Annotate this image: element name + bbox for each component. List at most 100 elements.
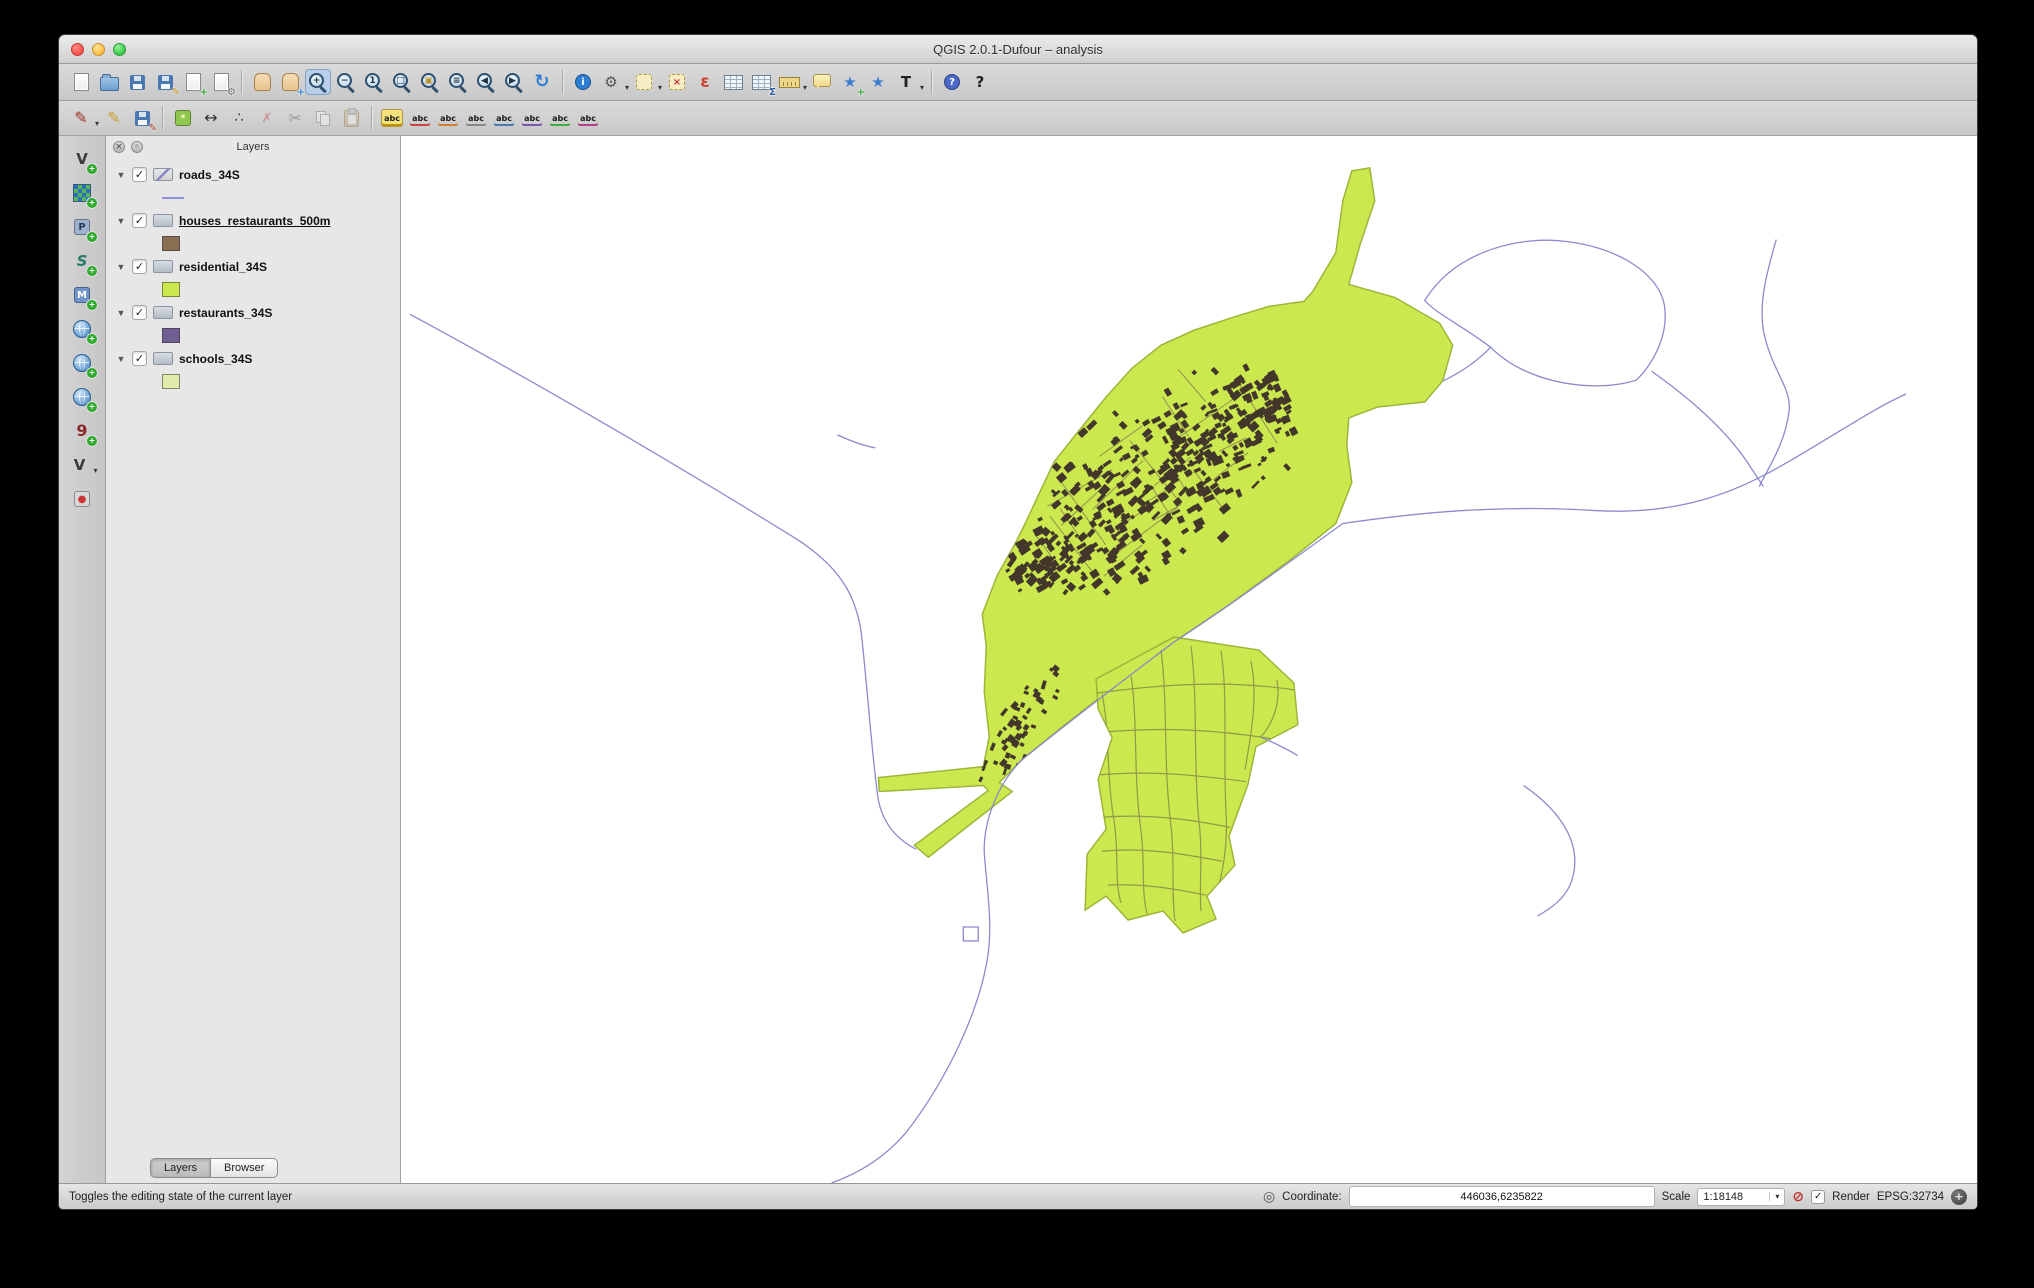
cut-features-icon[interactable]: ✂ — [282, 105, 308, 131]
add-feature-icon[interactable]: * — [170, 105, 196, 131]
add-mssql-layer-icon[interactable]: M+ — [69, 282, 95, 308]
close-panel-button[interactable]: × — [113, 141, 125, 153]
refresh-map-icon[interactable]: ↻ — [529, 69, 555, 95]
open-attribute-table-icon[interactable] — [720, 69, 746, 95]
rotate-label-icon[interactable]: abc — [519, 105, 545, 131]
coordinate-input[interactable] — [1349, 1186, 1655, 1207]
measure-icon[interactable]: ▾ — [776, 69, 802, 95]
layer-checkbox[interactable]: ✓ — [132, 305, 147, 320]
deselect-features-icon[interactable]: × — [664, 69, 690, 95]
node-tool-icon[interactable]: ∴ — [226, 105, 252, 131]
add-vector-layer-icon[interactable]: V+ — [69, 146, 95, 172]
pin-unpin-labels-icon[interactable]: abc — [407, 105, 433, 131]
select-by-expression-icon[interactable]: ε — [692, 69, 718, 95]
highlight-pinned-labels-icon[interactable]: abc — [435, 105, 461, 131]
paste-features-icon[interactable] — [338, 105, 364, 131]
help-icon[interactable]: ? — [939, 69, 965, 95]
panel-tab-browser[interactable]: Browser — [211, 1158, 278, 1178]
show-hide-labels-icon[interactable]: abc — [463, 105, 489, 131]
layer-checkbox[interactable]: ✓ — [132, 167, 147, 182]
title-bar[interactable]: QGIS 2.0.1-Dufour – analysis — [59, 35, 1977, 64]
new-project-icon[interactable] — [68, 69, 94, 95]
new-shapefile-layer-icon[interactable]: V▾ — [67, 452, 93, 478]
add-postgis-layer-icon[interactable]: P+ — [69, 214, 95, 240]
layer-checkbox[interactable]: ✓ — [132, 259, 147, 274]
add-wms-layer-icon[interactable]: + — [69, 316, 95, 342]
crs-status-button[interactable]: + — [1951, 1189, 1967, 1205]
composer-manager-icon[interactable]: ⚙ — [208, 69, 234, 95]
run-feature-action-icon[interactable]: ⚙▾ — [598, 69, 624, 95]
minimize-button[interactable] — [92, 43, 105, 56]
text-annotation-icon-dropdown-arrow[interactable]: ▾ — [920, 83, 924, 92]
new-print-composer-icon[interactable]: + — [180, 69, 206, 95]
zoom-next-icon[interactable]: ▶ — [501, 69, 527, 95]
add-wcs-layer-icon[interactable]: + — [69, 350, 95, 376]
stop-rendering-icon[interactable]: ⊘ — [1792, 1190, 1804, 1204]
move-label-icon[interactable]: abc — [491, 105, 517, 131]
layer-expand-arrow[interactable]: ▼ — [116, 170, 126, 180]
panel-tab-layers[interactable]: Layers — [150, 1158, 211, 1178]
new-bookmark-icon[interactable]: ★+ — [837, 69, 863, 95]
toggle-editing-icon[interactable]: ✎ — [101, 105, 127, 131]
pan-to-selection-icon[interactable]: + — [277, 69, 303, 95]
zoom-full-icon[interactable]: □ — [389, 69, 415, 95]
layer-item-houses_restaurants_500m[interactable]: ▼ ✓ houses_restaurants_500m — [106, 208, 400, 233]
layer-expand-arrow[interactable]: ▼ — [116, 216, 126, 226]
whats-this-icon[interactable]: ? — [967, 69, 993, 95]
measure-icon-dropdown-arrow[interactable]: ▾ — [803, 83, 807, 92]
mouse-position-icon[interactable]: ◎ — [1263, 1190, 1275, 1204]
layer-checkbox[interactable]: ✓ — [132, 213, 147, 228]
add-raster-layer-icon[interactable]: + — [69, 180, 95, 206]
layer-item-schools_34S[interactable]: ▼ ✓ schools_34S — [106, 346, 400, 371]
layer-item-residential_34S[interactable]: ▼✓residential_34S — [106, 254, 400, 279]
layer-item-restaurants_34S[interactable]: ▼ ✓ restaurants_34S — [106, 300, 400, 325]
zoom-last-icon[interactable]: ◀ — [473, 69, 499, 95]
float-panel-button[interactable]: ◦ — [131, 141, 143, 153]
change-label-icon[interactable]: abc — [547, 105, 573, 131]
layer-name[interactable]: schools_34S — [179, 352, 252, 366]
zoom-out-icon[interactable]: − — [333, 69, 359, 95]
map-canvas[interactable] — [401, 136, 1977, 1183]
layer-name[interactable]: restaurants_34S — [179, 306, 272, 320]
zoom-to-selection-icon[interactable]: ▣ — [417, 69, 443, 95]
save-project-as-icon[interactable]: ✎ — [152, 69, 178, 95]
run-feature-action-icon-dropdown-arrow[interactable]: ▾ — [625, 83, 629, 92]
layer-expand-arrow[interactable]: ▼ — [116, 262, 126, 272]
add-wfs-layer-icon[interactable]: + — [69, 384, 95, 410]
current-edits-icon[interactable]: ✎▾ — [68, 105, 94, 131]
label-properties-icon[interactable]: abc — [575, 105, 601, 131]
add-spatialite-layer-icon[interactable]: S+ — [69, 248, 95, 274]
field-calculator-icon[interactable]: Σ — [748, 69, 774, 95]
layer-checkbox[interactable]: ✓ — [132, 351, 147, 366]
zoom-button[interactable] — [113, 43, 126, 56]
scale-combo[interactable]: 1:18148 ▾ — [1697, 1188, 1785, 1206]
map-tips-icon[interactable] — [809, 69, 835, 95]
add-delimited-text-layer-icon[interactable]: ● — [69, 486, 95, 512]
pan-map-icon[interactable] — [249, 69, 275, 95]
current-edits-icon-dropdown-arrow[interactable]: ▾ — [95, 119, 99, 128]
layer-item-roads_34S[interactable]: ▼ ✓ roads_34S — [106, 162, 400, 187]
text-annotation-icon[interactable]: T▾ — [893, 69, 919, 95]
add-oracle-layer-icon[interactable]: 9+ — [69, 418, 95, 444]
zoom-to-layer-icon[interactable]: ≡ — [445, 69, 471, 95]
save-layer-edits-icon[interactable]: ✎ — [129, 105, 155, 131]
layer-labeling-options-icon[interactable]: abc — [379, 105, 405, 131]
scale-dropdown-arrow[interactable]: ▾ — [1769, 1192, 1784, 1201]
copy-features-icon[interactable] — [310, 105, 336, 131]
close-button[interactable] — [71, 43, 84, 56]
show-bookmarks-icon[interactable]: ★ — [865, 69, 891, 95]
layer-expand-arrow[interactable]: ▼ — [116, 354, 126, 364]
new-shapefile-layer-icon-dropdown-arrow[interactable]: ▾ — [93, 466, 97, 475]
select-features-icon[interactable]: ▾ — [631, 69, 657, 95]
zoom-in-icon[interactable]: + — [305, 69, 331, 95]
layer-expand-arrow[interactable]: ▼ — [116, 308, 126, 318]
layer-name[interactable]: houses_restaurants_500m — [179, 214, 330, 228]
delete-selected-icon[interactable]: ✗ — [254, 105, 280, 131]
render-checkbox[interactable]: ✓ — [1811, 1190, 1825, 1204]
open-project-icon[interactable] — [96, 69, 122, 95]
move-feature-icon[interactable]: ↔ — [198, 105, 224, 131]
identify-features-icon[interactable]: i — [570, 69, 596, 95]
select-features-icon-dropdown-arrow[interactable]: ▾ — [658, 83, 662, 92]
layer-name[interactable]: roads_34S — [179, 168, 240, 182]
save-project-icon[interactable] — [124, 69, 150, 95]
